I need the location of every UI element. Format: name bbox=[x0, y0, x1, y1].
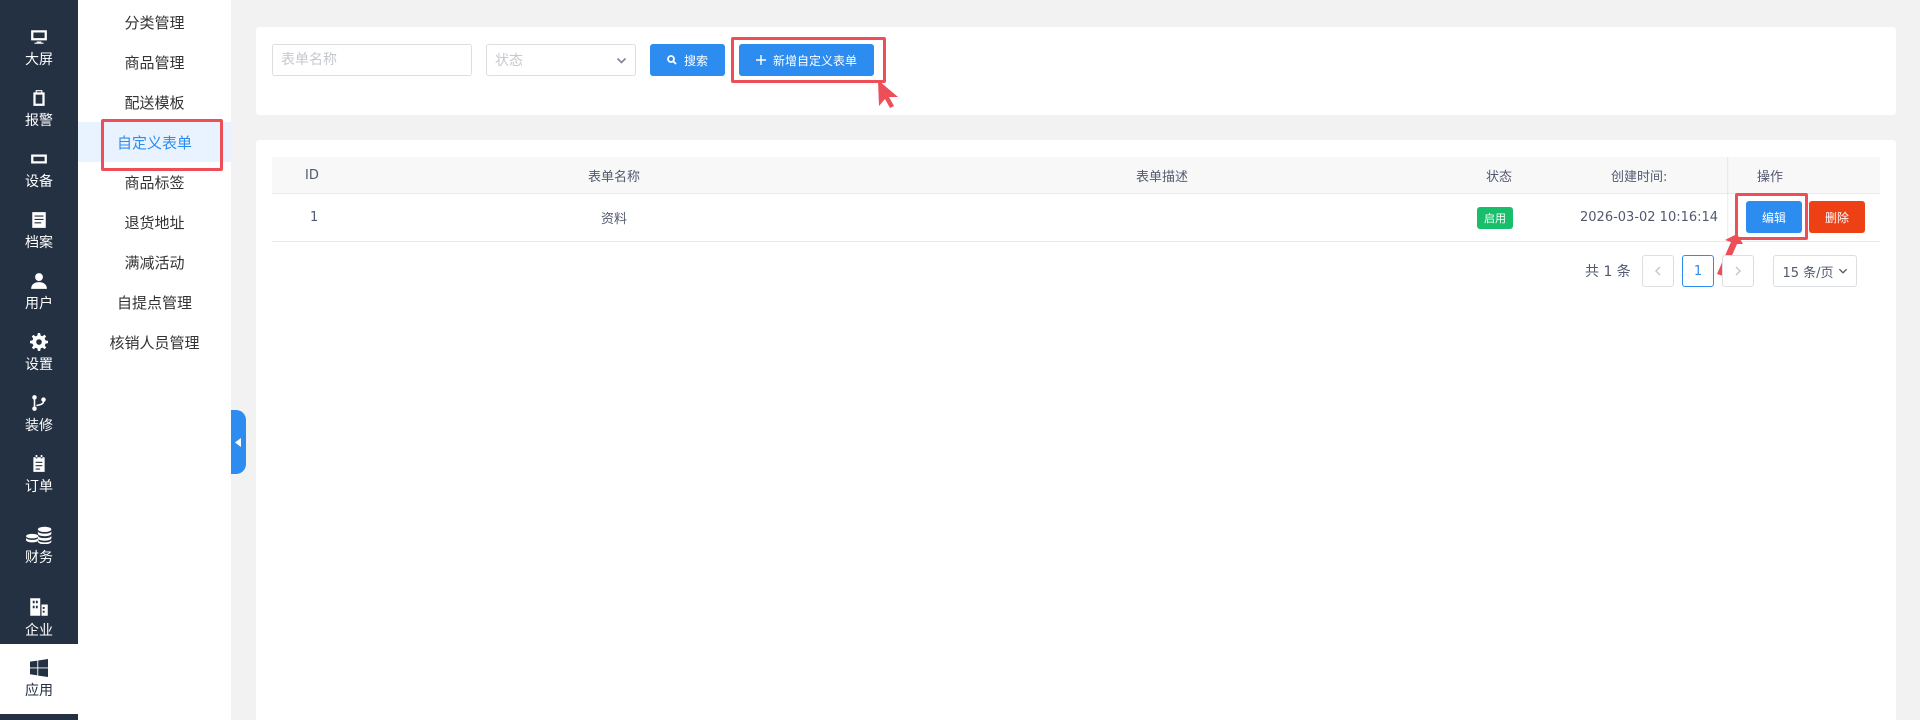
submenu-item-custom-form[interactable]: 自定义表单 bbox=[78, 122, 231, 162]
collapse-submenu-handle[interactable] bbox=[231, 410, 246, 474]
search-button-label: 搜索 bbox=[683, 53, 708, 68]
submenu-item-shipping-template[interactable]: 配送模板 bbox=[78, 82, 231, 122]
submenu-item-discount-activity[interactable]: 满减活动 bbox=[78, 242, 231, 282]
document-icon bbox=[32, 211, 46, 228]
user-icon bbox=[31, 272, 47, 289]
column-header-name: 表单名称 bbox=[588, 169, 641, 185]
pointer-arrow-icon bbox=[878, 80, 898, 108]
submenu-item-goods-tags[interactable]: 商品标签 bbox=[78, 162, 231, 202]
submenu: 分类管理 商品管理 配送模板 自定义表单 商品标签 退货地址 满减活动 自提点管… bbox=[78, 0, 231, 720]
table-row: 1 资料 启用 2026-03-02 10:16:14 编辑 删除 bbox=[272, 194, 1880, 242]
submenu-item-pickup-points[interactable]: 自提点管理 bbox=[78, 282, 231, 322]
delete-button[interactable]: 删除 bbox=[1809, 201, 1865, 233]
search-button[interactable]: 搜索 bbox=[650, 44, 725, 76]
nav-item-order[interactable]: 订单 bbox=[0, 445, 78, 505]
coins-icon bbox=[26, 526, 52, 544]
add-custom-form-label: 新增自定义表单 bbox=[772, 53, 857, 68]
row-created-time: 2026-03-02 10:16:14 bbox=[1580, 210, 1719, 225]
column-header-status: 状态 bbox=[1486, 169, 1513, 185]
caret-left-icon bbox=[235, 437, 241, 447]
chevron-right-icon bbox=[1735, 266, 1742, 276]
order-icon bbox=[33, 454, 45, 472]
row-id: 1 bbox=[310, 210, 319, 225]
pagination-total: 共 1 条 bbox=[1585, 264, 1631, 280]
monitor-icon bbox=[31, 29, 47, 44]
nav-item-archive[interactable]: 档案 bbox=[0, 201, 78, 261]
building-icon bbox=[30, 597, 48, 616]
nav-item-decorate[interactable]: 装修 bbox=[0, 384, 78, 444]
submenu-item-return-address[interactable]: 退货地址 bbox=[78, 202, 231, 242]
row-status: 启用 bbox=[1477, 194, 1513, 241]
nav-item-apps[interactable]: 应用 bbox=[0, 644, 78, 714]
table-header: ID 表单名称 表单描述 状态 创建时间: 操作 bbox=[272, 157, 1880, 194]
clipboard-icon bbox=[33, 89, 45, 106]
column-header-id: ID bbox=[305, 167, 319, 183]
chevron-down-icon bbox=[616, 57, 627, 64]
nav-item-user[interactable]: 用户 bbox=[0, 262, 78, 322]
nav-item-dashboard[interactable]: 大屏 bbox=[0, 18, 78, 78]
add-custom-form-button[interactable]: 新增自定义表单 bbox=[739, 44, 874, 76]
submenu-item-verifier-staff[interactable]: 核销人员管理 bbox=[78, 322, 231, 362]
windows-icon bbox=[30, 658, 48, 677]
chevron-left-icon bbox=[1654, 266, 1661, 276]
device-icon bbox=[31, 154, 47, 163]
nav-item-settings[interactable]: 设置 bbox=[0, 323, 78, 383]
gear-icon bbox=[30, 332, 48, 351]
fixed-column-shadow bbox=[1727, 157, 1729, 242]
pagination-next-button[interactable] bbox=[1722, 255, 1754, 287]
status-select-placeholder: 状态 bbox=[495, 53, 523, 69]
row-form-name: 资料 bbox=[601, 212, 628, 227]
nav-item-alarm[interactable]: 报警 bbox=[0, 79, 78, 139]
nav-item-finance[interactable]: 财务 bbox=[0, 516, 78, 576]
search-icon bbox=[667, 55, 677, 65]
column-header-actions: 操作 bbox=[1757, 169, 1784, 185]
branch-icon bbox=[32, 394, 46, 411]
plus-icon bbox=[755, 55, 766, 65]
submenu-item-goods[interactable]: 商品管理 bbox=[78, 42, 231, 82]
pagination-page-1[interactable]: 1 bbox=[1682, 255, 1714, 287]
page-size-select[interactable]: 15 条/页 bbox=[1773, 255, 1857, 287]
page-size-label: 15 条/页 bbox=[1782, 265, 1834, 281]
main-nav-rail: 大屏 报警 设备 档案 用户 设置 装修 订单 财务 企业 应用 bbox=[0, 0, 78, 720]
pagination-prev-button[interactable] bbox=[1642, 255, 1674, 287]
edit-button[interactable]: 编辑 bbox=[1746, 201, 1802, 233]
status-badge: 启用 bbox=[1477, 206, 1513, 229]
nav-item-device[interactable]: 设备 bbox=[0, 140, 78, 200]
status-select[interactable]: 状态 bbox=[486, 44, 636, 76]
chevron-down-icon bbox=[1838, 268, 1847, 274]
submenu-item-category[interactable]: 分类管理 bbox=[78, 2, 231, 42]
column-header-created-time: 创建时间: bbox=[1611, 169, 1668, 185]
nav-item-enterprise[interactable]: 企业 bbox=[0, 588, 78, 648]
form-name-input[interactable] bbox=[272, 44, 472, 76]
column-header-description: 表单描述 bbox=[1136, 169, 1189, 185]
